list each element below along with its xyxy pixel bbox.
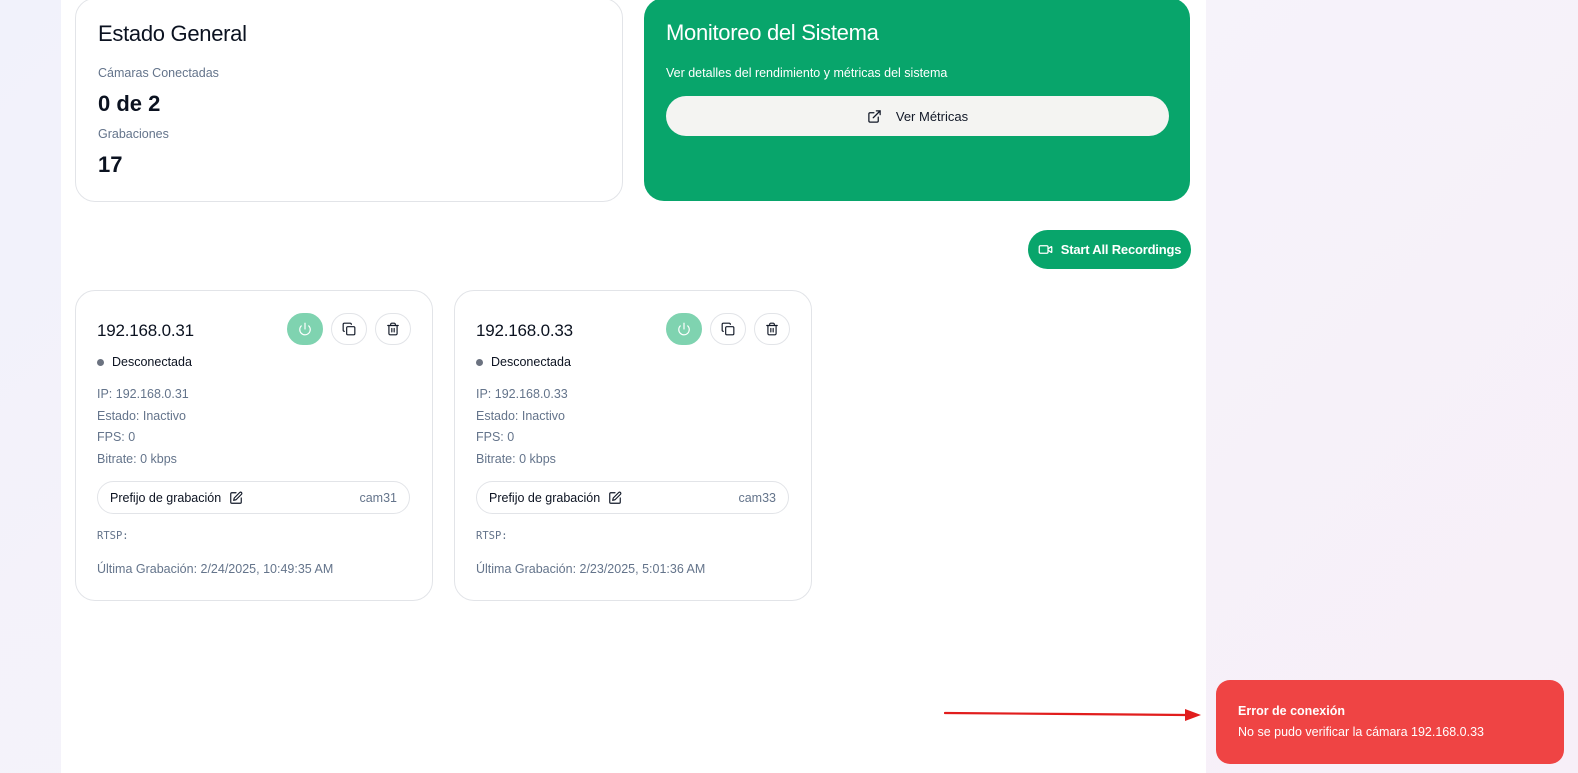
start-all-recordings-button[interactable]: Start All Recordings	[1028, 230, 1191, 269]
power-icon	[298, 322, 312, 336]
status-dot	[476, 358, 483, 366]
rtsp-label: RTSP:	[97, 530, 129, 542]
trash-icon	[386, 322, 400, 336]
external-link-icon	[867, 109, 882, 124]
video-icon	[1038, 242, 1053, 257]
copy-button[interactable]	[331, 313, 367, 345]
recordings-value: 17	[98, 152, 123, 177]
status-card-title: Estado General	[98, 21, 247, 46]
trash-icon	[765, 322, 779, 336]
last-recording: Última Grabación: 2/23/2025, 5:01:36 AM	[476, 562, 706, 576]
recording-prefix-field[interactable]: Prefijo de grabación cam33	[476, 481, 789, 514]
recording-prefix-value: cam31	[359, 490, 397, 505]
camera-fps: FPS: 0	[476, 430, 515, 444]
toast-message: No se pudo verificar la cámara 192.168.0…	[1238, 725, 1484, 739]
annotation-arrow	[944, 709, 1201, 721]
camera-actions	[666, 313, 790, 345]
camera-card: 192.168.0.33 Desconectada IP: 192.168.0.…	[454, 290, 812, 601]
last-recording: Última Grabación: 2/24/2025, 10:49:35 AM	[97, 562, 334, 576]
main-content: Estado General Cámaras Conectadas 0 de 2…	[61, 0, 1206, 773]
camera-name: 192.168.0.33	[476, 321, 573, 340]
recording-prefix-label: Prefijo de grabación	[489, 490, 601, 505]
copy-button[interactable]	[710, 313, 746, 345]
camera-ip: IP: 192.168.0.31	[97, 387, 189, 401]
toast-title: Error de conexión	[1238, 704, 1345, 718]
connection-status: Desconectada	[476, 355, 571, 369]
cameras-connected-label: Cámaras Conectadas	[98, 66, 219, 80]
power-button[interactable]	[666, 313, 702, 345]
copy-icon	[721, 322, 735, 336]
status-dot	[97, 358, 104, 366]
camera-bitrate: Bitrate: 0 kbps	[476, 452, 556, 466]
rtsp-label: RTSP:	[476, 530, 508, 542]
edit-icon[interactable]	[608, 491, 622, 505]
camera-name: 192.168.0.31	[97, 321, 194, 340]
copy-icon	[342, 322, 356, 336]
status-card: Estado General Cámaras Conectadas 0 de 2…	[75, 0, 623, 202]
camera-fps: FPS: 0	[97, 430, 136, 444]
camera-card: 192.168.0.31 Desconectada IP: 192.168.0.…	[75, 290, 433, 601]
delete-button[interactable]	[754, 313, 790, 345]
connection-status: Desconectada	[97, 355, 192, 369]
recording-prefix-value: cam33	[738, 490, 776, 505]
monitor-card-title: Monitoreo del Sistema	[666, 20, 879, 45]
power-icon	[677, 322, 691, 336]
error-toast[interactable]: Error de conexión No se pudo verificar l…	[1216, 680, 1564, 764]
monitor-card-description: Ver detalles del rendimiento y métricas …	[666, 66, 948, 80]
connection-status-label: Desconectada	[112, 355, 192, 369]
recording-prefix-field[interactable]: Prefijo de grabación cam31	[97, 481, 410, 514]
system-monitor-card: Monitoreo del Sistema Ver detalles del r…	[644, 0, 1190, 201]
camera-ip: IP: 192.168.0.33	[476, 387, 568, 401]
camera-actions	[287, 313, 411, 345]
power-button[interactable]	[287, 313, 323, 345]
camera-bitrate: Bitrate: 0 kbps	[97, 452, 177, 466]
recordings-label: Grabaciones	[98, 127, 169, 141]
start-all-recordings-label: Start All Recordings	[1060, 242, 1182, 257]
edit-icon[interactable]	[229, 491, 243, 505]
cameras-connected-value: 0 de 2	[98, 91, 161, 116]
camera-state: Estado: Inactivo	[476, 409, 565, 423]
recording-prefix-label: Prefijo de grabación	[110, 490, 222, 505]
connection-status-label: Desconectada	[491, 355, 571, 369]
view-metrics-button[interactable]: Ver Métricas	[666, 96, 1169, 136]
delete-button[interactable]	[375, 313, 411, 345]
camera-state: Estado: Inactivo	[97, 409, 186, 423]
view-metrics-label: Ver Métricas	[895, 108, 969, 124]
